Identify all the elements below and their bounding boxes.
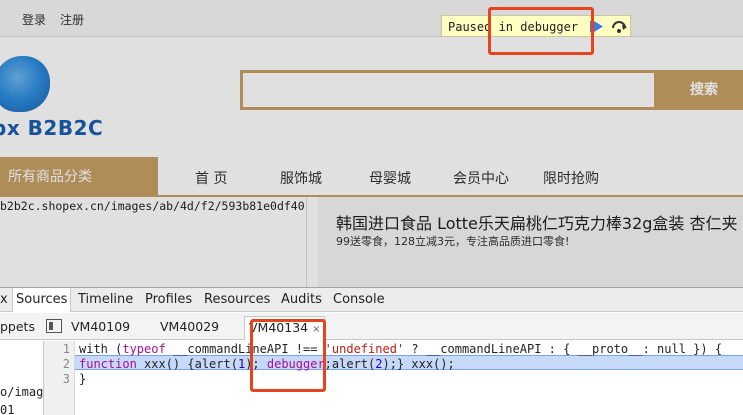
logo-icon	[0, 56, 50, 112]
nav-item-baby[interactable]: 母婴城	[369, 168, 411, 188]
nav-item-member-center[interactable]: 会员中心	[453, 168, 509, 188]
devtools-tab-bar: x Sources Timeline Profiles Resources Au…	[0, 288, 743, 312]
source-tab-vm40134-label: VM40134	[249, 320, 309, 335]
line-number[interactable]: 2	[63, 357, 70, 371]
navigator-item[interactable]: 01	[0, 403, 14, 415]
code-token: ;alert(	[324, 357, 376, 371]
code-token: );} xxx();	[382, 357, 455, 371]
code-editor[interactable]: with (typeof __commandLineAPI !== 'undef…	[75, 341, 743, 415]
divider	[306, 197, 307, 287]
tab-audits[interactable]: Audits	[281, 292, 322, 307]
navigator-item[interactable]: o/imag	[0, 385, 43, 399]
register-link[interactable]: 注册	[60, 11, 84, 28]
tab-sources[interactable]: Sources	[12, 288, 72, 312]
nav-item-clothing[interactable]: 服饰城	[280, 168, 322, 188]
code-token: );	[245, 357, 267, 371]
code-token: xxx() {alert(	[136, 357, 238, 371]
play-icon[interactable]	[588, 18, 606, 35]
step-over-icon[interactable]	[610, 18, 628, 35]
promo-subtitle: 99送零食，128立减3元，专注高品质进口零食!	[336, 235, 570, 248]
line-number[interactable]: 3	[63, 372, 70, 386]
close-icon[interactable]: x	[0, 292, 8, 307]
code-line-1: with (typeof __commandLineAPI !== 'undef…	[79, 342, 722, 356]
logo-text: px B2B2C	[0, 116, 104, 140]
line-number-gutter: 1 2 3	[44, 341, 75, 415]
devtools-panel: x Sources Timeline Profiles Resources Au…	[0, 287, 743, 415]
login-link[interactable]: 登录	[22, 11, 46, 28]
code-token: __commandLineAPI !==	[165, 342, 325, 356]
code-token: with (	[79, 342, 123, 356]
search-input[interactable]	[240, 70, 654, 110]
debugger-statement: debugger	[266, 357, 325, 371]
code-line-3: }	[79, 372, 87, 386]
tab-profiles[interactable]: Profiles	[145, 292, 192, 307]
tab-timeline[interactable]: Timeline	[78, 292, 133, 307]
promo-title[interactable]: 韩国进口食品 Lotte乐天扁桃仁巧克力棒32g盒装 杏仁夹	[336, 210, 738, 234]
paused-label: Paused in debugger	[448, 20, 579, 34]
close-icon[interactable]: ×	[312, 324, 320, 335]
source-tab-vm40109[interactable]: VM40109	[71, 319, 130, 334]
tab-console[interactable]: Console	[333, 292, 385, 307]
source-file-tabs: ppets VM40109 VM40029 VM40134 ×	[0, 313, 743, 340]
source-tab-vm40134[interactable]: VM40134 ×	[244, 316, 326, 340]
source-tab-vm40029[interactable]: VM40029	[160, 319, 219, 334]
all-categories-button[interactable]: 所有商品分类	[0, 157, 158, 197]
paused-in-debugger-banner: Paused in debugger	[441, 15, 631, 37]
code-string: 'undefined'	[324, 342, 405, 356]
webpage-viewport: 登录 注册 px B2B2C 搜索 所有商品分类 首 页 服饰城 母婴城 会员中…	[0, 0, 743, 287]
code-line-2: function xxx() {alert(1); debugger;alert…	[79, 357, 455, 371]
tab-resources[interactable]: Resources	[204, 292, 270, 307]
nav-item-flash-sale[interactable]: 限时抢购	[543, 168, 599, 188]
code-keyword: function	[79, 357, 137, 371]
navigator-pane: o/imag 01	[0, 341, 44, 415]
navigator-toggle-icon[interactable]	[46, 319, 62, 333]
search-button[interactable]: 搜索	[654, 70, 743, 110]
image-url-text: b2b2c.shopex.cn/images/ab/4d/f2/593b81e0…	[0, 199, 305, 213]
top-bar: 登录 注册	[0, 0, 743, 37]
code-keyword: typeof	[122, 342, 166, 356]
line-number[interactable]: 1	[63, 342, 70, 356]
nav-item-home[interactable]: 首 页	[195, 168, 227, 188]
code-token: ? __commandLineAPI : { __proto__: null }…	[404, 342, 723, 356]
snippets-tab[interactable]: ppets	[0, 319, 35, 334]
